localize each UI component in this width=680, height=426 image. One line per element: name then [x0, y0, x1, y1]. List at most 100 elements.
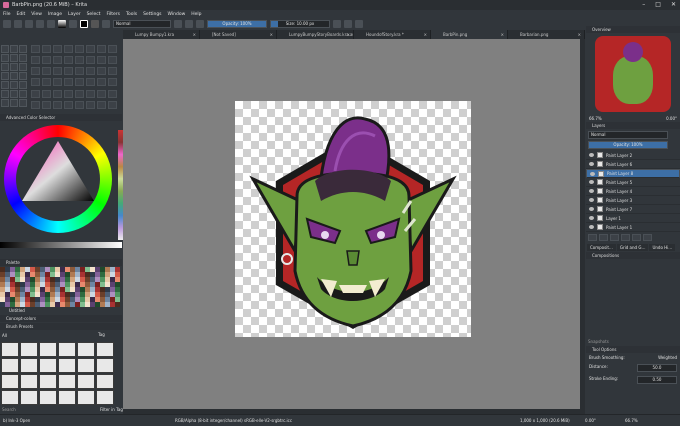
- distance-slider[interactable]: 50.0: [637, 364, 677, 372]
- tool-button[interactable]: [97, 56, 106, 65]
- stroke-ending-slider[interactable]: 0.50: [637, 376, 677, 384]
- menu-file[interactable]: File: [3, 12, 11, 17]
- tool-button[interactable]: [31, 45, 40, 53]
- brush-preset[interactable]: [39, 374, 57, 389]
- tool-button[interactable]: [10, 90, 18, 98]
- fg-bg-color-icon[interactable]: [80, 20, 88, 28]
- layer-row[interactable]: Paint Layer 7: [586, 205, 680, 214]
- brush-search[interactable]: Search: [2, 407, 16, 412]
- layer-row[interactable]: Paint Layer 3: [586, 196, 680, 205]
- wrap-around-icon[interactable]: [355, 20, 363, 28]
- tool-button[interactable]: [1, 45, 9, 53]
- tool-button[interactable]: [19, 72, 27, 80]
- brush-preset[interactable]: [20, 374, 38, 389]
- document-tab[interactable]: BarbPin.png ×: [431, 30, 508, 39]
- open-button[interactable]: [14, 20, 22, 28]
- close-tab-icon[interactable]: ×: [578, 30, 581, 39]
- tool-button[interactable]: [86, 78, 95, 87]
- tool-button[interactable]: [31, 89, 40, 98]
- layer-row[interactable]: Paint Layer 4: [586, 187, 680, 196]
- tool-button[interactable]: [108, 56, 117, 65]
- layer-row[interactable]: Paint Layer 5: [586, 178, 680, 187]
- brush-preset[interactable]: [77, 374, 95, 389]
- opacity-slider[interactable]: Opacity: 100%: [207, 20, 267, 28]
- brush-editor-button[interactable]: [102, 20, 110, 28]
- save-button[interactable]: [25, 20, 33, 28]
- brush-preset[interactable]: [77, 358, 95, 373]
- tool-button[interactable]: [19, 81, 27, 89]
- brush-preset[interactable]: [20, 358, 38, 373]
- concept-select[interactable]: Concept-colors: [0, 315, 122, 322]
- tool-button[interactable]: [53, 100, 62, 109]
- reload-preset-icon[interactable]: [196, 20, 204, 28]
- tool-button[interactable]: [1, 54, 9, 62]
- move-up-button[interactable]: [610, 234, 619, 241]
- eraser-icon[interactable]: [174, 20, 182, 28]
- tool-button[interactable]: [10, 81, 18, 89]
- close-tab-icon[interactable]: ×: [270, 30, 273, 39]
- brush-preset[interactable]: [20, 342, 38, 357]
- document-tab[interactable]: LumpyBumpyStoryBoards.kra.autosave.kra *…: [277, 30, 354, 39]
- pattern-icon[interactable]: [69, 20, 77, 28]
- tool-button[interactable]: [42, 45, 51, 53]
- gradient-icon[interactable]: [58, 20, 66, 28]
- tool-button[interactable]: [42, 67, 51, 76]
- eye-icon[interactable]: [589, 189, 594, 193]
- tool-button[interactable]: [64, 67, 73, 76]
- tool-button[interactable]: [97, 89, 106, 98]
- layer-row[interactable]: Paint Layer 8: [586, 169, 680, 178]
- undo-button[interactable]: [36, 20, 44, 28]
- tool-button[interactable]: [86, 100, 95, 109]
- brush-preset[interactable]: [1, 374, 19, 389]
- tool-button[interactable]: [108, 67, 117, 76]
- tool-button[interactable]: [19, 54, 27, 62]
- tool-button[interactable]: [75, 56, 84, 65]
- eye-icon[interactable]: [589, 225, 594, 229]
- tool-button[interactable]: [108, 100, 117, 109]
- tool-button[interactable]: [53, 45, 62, 53]
- tool-button[interactable]: [19, 90, 27, 98]
- tool-button[interactable]: [75, 100, 84, 109]
- brush-size-slider[interactable]: Size: 10.00 px: [270, 20, 330, 28]
- brush-preset[interactable]: [58, 342, 76, 357]
- minimize-button[interactable]: –: [642, 1, 645, 8]
- layer-row[interactable]: Layer 1: [586, 214, 680, 223]
- dock-tab[interactable]: Undo Hi…: [649, 244, 676, 251]
- close-tab-icon[interactable]: ×: [424, 30, 427, 39]
- eye-icon[interactable]: [589, 180, 594, 184]
- menu-view[interactable]: View: [31, 12, 42, 17]
- document-tab[interactable]: HoundofStory.kra * ×: [354, 30, 431, 39]
- brush-preset[interactable]: [1, 358, 19, 373]
- close-tab-icon[interactable]: ×: [193, 30, 196, 39]
- brush-preset[interactable]: [39, 390, 57, 405]
- overview-zoom[interactable]: 66.7%: [589, 116, 602, 121]
- layer-properties-button[interactable]: [632, 234, 641, 241]
- tool-button[interactable]: [64, 56, 73, 65]
- eye-icon[interactable]: [589, 162, 594, 166]
- filter-in-tag-checkbox[interactable]: Filter in Tag: [100, 407, 123, 412]
- brush-preset[interactable]: [58, 358, 76, 373]
- add-layer-button[interactable]: [588, 234, 597, 241]
- tool-button[interactable]: [108, 89, 117, 98]
- brush-preset[interactable]: [39, 358, 57, 373]
- tool-button[interactable]: [86, 89, 95, 98]
- tool-button[interactable]: [86, 67, 95, 76]
- brush-preset[interactable]: [77, 390, 95, 405]
- hue-strip[interactable]: [0, 242, 122, 248]
- brush-preset-icon[interactable]: [91, 20, 99, 28]
- brush-preset[interactable]: [96, 390, 114, 405]
- brush-preset[interactable]: [96, 342, 114, 357]
- tag-select[interactable]: Tag: [98, 332, 105, 337]
- tool-button[interactable]: [19, 45, 27, 53]
- tool-button[interactable]: [86, 56, 95, 65]
- tool-button[interactable]: [31, 56, 40, 65]
- brush-preset[interactable]: [77, 342, 95, 357]
- dock-tab[interactable]: Grid and G…: [616, 244, 649, 251]
- snapshot-input[interactable]: Snapshots: [586, 337, 680, 346]
- layer-opacity-slider[interactable]: Opacity: 100%: [588, 141, 668, 149]
- vertical-scrollbar[interactable]: [580, 39, 585, 409]
- menu-layer[interactable]: Layer: [68, 12, 81, 17]
- tool-button[interactable]: [53, 67, 62, 76]
- tool-button[interactable]: [42, 56, 51, 65]
- overview-rotation[interactable]: 0.00°: [666, 116, 677, 121]
